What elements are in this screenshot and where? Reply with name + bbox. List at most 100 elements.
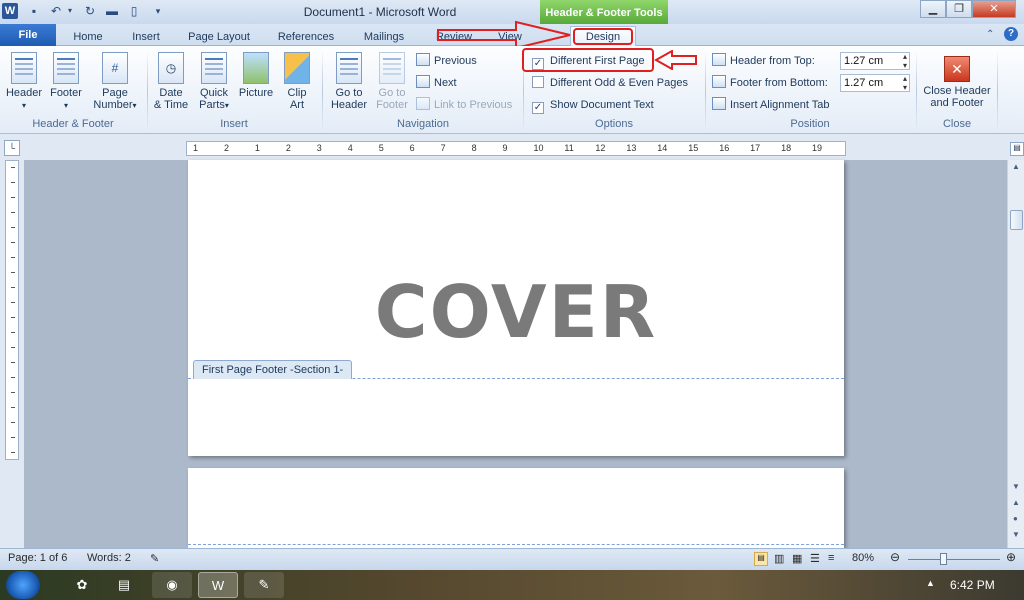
ruler-tick-mark (11, 317, 15, 318)
quick-parts-icon (201, 52, 227, 84)
print-layout-view-icon[interactable]: ▤ (754, 552, 768, 566)
redo-icon[interactable]: ↻ (82, 3, 98, 19)
ruler-tick-label: 5 (378, 143, 384, 153)
clip-art-button[interactable]: Clip Art (280, 52, 314, 111)
vertical-ruler[interactable] (5, 160, 19, 460)
quick-parts-button[interactable]: Quick Parts▾ (194, 52, 234, 112)
previous-page-icon[interactable]: ▲ (1012, 498, 1020, 507)
zoom-slider-track[interactable] (908, 559, 1000, 560)
web-layout-view-icon[interactable]: ▦ (792, 552, 802, 565)
zoom-slider-thumb[interactable] (940, 553, 947, 565)
ribbon-separator (997, 50, 998, 132)
annotation-arrow-left-icon (654, 50, 697, 70)
page-count-status[interactable]: Page: 1 of 6 (8, 552, 67, 564)
customize-qat-icon[interactable]: ▾ (150, 3, 166, 19)
ruler-tick-label: 19 (812, 143, 823, 153)
word-count-status[interactable]: Words: 2 (87, 552, 131, 564)
next-button[interactable]: Next (416, 75, 457, 91)
zoom-level[interactable]: 80% (852, 552, 874, 564)
go-to-header-button[interactable]: Go to Header (328, 52, 370, 111)
go-to-footer-button[interactable]: Go to Footer (372, 52, 412, 111)
tab-insert[interactable]: Insert (126, 28, 166, 46)
footer-from-bottom-label: Footer from Bottom: (712, 75, 828, 91)
group-label-close: Close (942, 118, 972, 130)
word-logo-icon[interactable]: W (2, 3, 18, 19)
taskbar-paint-icon[interactable]: ✎ (244, 572, 284, 598)
group-label-options: Options (595, 118, 633, 130)
taskbar-word-icon[interactable]: W (198, 572, 238, 598)
proofing-icon[interactable]: ✎ (150, 552, 159, 565)
undo-icon[interactable]: ↶ (48, 3, 64, 19)
start-button-icon[interactable] (6, 571, 40, 599)
link-to-previous-button[interactable]: Link to Previous (416, 97, 512, 113)
zoom-out-icon[interactable]: ⊖ (890, 550, 900, 564)
ruler-tick-label: 15 (688, 143, 699, 153)
footer-from-bottom-spinner[interactable]: 1.27 cm (840, 74, 910, 92)
open-folder-icon[interactable]: ▬ (104, 3, 120, 19)
undo-dropdown-icon[interactable]: ▾ (66, 3, 74, 19)
show-document-text-checkbox[interactable]: ✓ Show Document Text (532, 97, 654, 114)
group-label-position: Position (790, 118, 830, 130)
close-header-footer-button[interactable]: ✕ Close Header and Footer (920, 52, 994, 109)
group-label-navigation: Navigation (397, 118, 449, 130)
zoom-in-icon[interactable]: ⊕ (1006, 550, 1016, 564)
different-odd-even-checkbox[interactable]: Different Odd & Even Pages (532, 75, 688, 91)
scroll-thumb[interactable] (1010, 210, 1023, 230)
page-2[interactable] (188, 468, 844, 548)
horizontal-ruler[interactable]: 1 2 1 2 3 4 5 6 7 8 9 10 11 12 13 14 15 16 17 18 19 (186, 141, 846, 156)
cover-text: COVER (374, 270, 658, 354)
ruler-tick-mark (11, 437, 15, 438)
vertical-scrollbar[interactable]: ▤ ▲ ▼ ▲ ● ▼ (1007, 142, 1024, 548)
tab-selector-icon[interactable]: └ (4, 140, 20, 156)
scroll-up-icon[interactable]: ▲ (1012, 162, 1020, 171)
go-to-header-icon (336, 52, 362, 84)
help-icon[interactable]: ? (1004, 27, 1018, 41)
group-label-header-footer: Header & Footer (32, 118, 114, 130)
ruler-tick-mark (11, 302, 15, 303)
ruler-tick-mark (11, 392, 15, 393)
next-page-icon[interactable]: ▼ (1012, 530, 1020, 539)
outline-view-icon[interactable]: ☰ (810, 552, 820, 565)
tab-mailings[interactable]: Mailings (356, 28, 412, 46)
footer-position-icon (712, 75, 726, 88)
scroll-down-icon[interactable]: ▼ (1012, 482, 1020, 491)
previous-button[interactable]: Previous (416, 53, 477, 69)
minimize-ribbon-icon[interactable]: ⌃ (986, 29, 994, 40)
taskbar-chrome-icon[interactable]: ◉ (152, 572, 192, 598)
ruler-tick-mark (11, 182, 15, 183)
taskbar-notepad-icon[interactable]: ▤ (104, 572, 144, 598)
tab-file[interactable]: File (0, 24, 56, 46)
browse-object-icon[interactable]: ● (1013, 514, 1018, 523)
ruler-tick-label: 8 (471, 143, 477, 153)
taskbar-app-icon[interactable]: ✿ (62, 572, 102, 598)
ruler-tick-label: 18 (781, 143, 792, 153)
page-number-button[interactable]: # Page Number▾ (90, 52, 140, 112)
ruler-tick-mark (11, 452, 15, 453)
taskbar-clock[interactable]: 6:42 PM (950, 578, 995, 592)
new-document-icon[interactable]: ▯ (126, 3, 142, 19)
windows-taskbar: ✿ ▤ ◉ W ✎ ▲ 6:42 PM (0, 570, 1024, 600)
draft-view-icon[interactable]: ≡ (828, 552, 834, 564)
header-button[interactable]: Header ▾ (4, 52, 44, 112)
tab-page-layout[interactable]: Page Layout (184, 28, 254, 46)
show-document-text-check[interactable]: ✓ (532, 102, 544, 114)
tab-home[interactable]: Home (70, 28, 106, 46)
header-from-top-spinner[interactable]: 1.27 cm (840, 52, 910, 70)
close-window-button[interactable]: ✕ (972, 0, 1016, 18)
different-odd-even-check[interactable] (532, 76, 544, 88)
date-time-button[interactable]: ◷ Date & Time (150, 52, 192, 111)
footer-button[interactable]: Footer ▾ (46, 52, 86, 112)
minimize-button[interactable]: ▁ (920, 0, 946, 18)
show-hidden-icons-icon[interactable]: ▲ (926, 578, 935, 588)
picture-button[interactable]: Picture (236, 52, 276, 99)
status-bar: Page: 1 of 6 Words: 2 ✎ ▤ ▥ ▦ ☰ ≡ 80% ⊖ … (0, 548, 1024, 570)
view-ruler-icon[interactable]: ▤ (1010, 142, 1024, 156)
insert-alignment-tab-button[interactable]: Insert Alignment Tab (712, 97, 829, 113)
save-icon[interactable]: ▪ (26, 3, 42, 19)
page-number-icon: # (102, 52, 128, 84)
tab-references[interactable]: References (274, 28, 338, 46)
calendar-clock-icon: ◷ (158, 52, 184, 84)
ruler-tick-label: 16 (719, 143, 730, 153)
restore-button[interactable]: ❐ (946, 0, 972, 18)
full-screen-view-icon[interactable]: ▥ (774, 552, 784, 565)
